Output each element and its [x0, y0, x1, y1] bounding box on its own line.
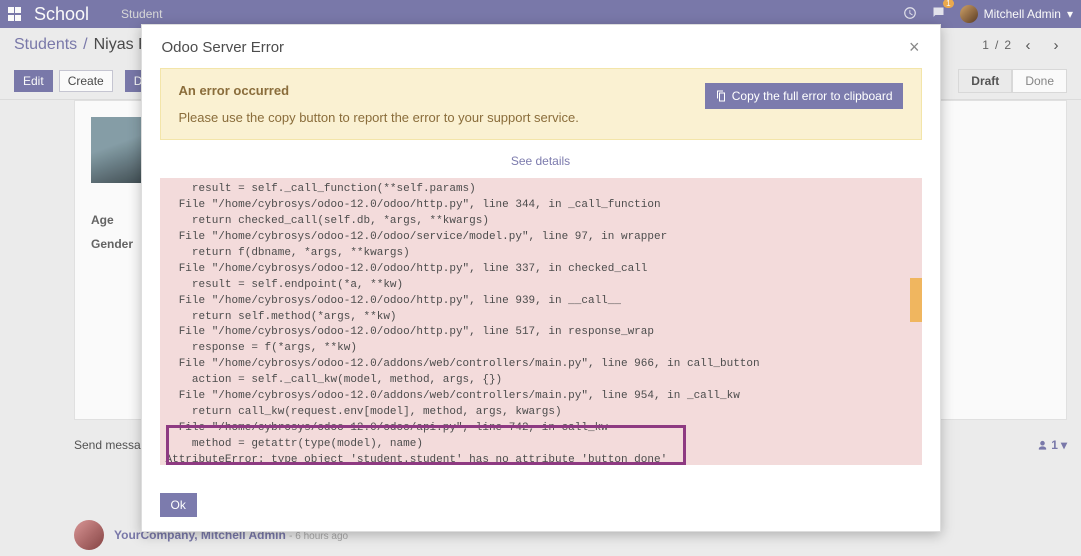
copy-error-button[interactable]: Copy the full error to clipboard	[705, 83, 903, 109]
scrollbar-track[interactable]	[908, 178, 922, 465]
warning-body: Please use the copy button to report the…	[179, 110, 693, 125]
see-details-link[interactable]: See details	[160, 140, 922, 178]
traceback-text[interactable]: result = self._call_function(**self.para…	[160, 178, 922, 465]
warning-heading: An error occurred	[179, 83, 693, 98]
close-icon[interactable]: ×	[909, 37, 920, 58]
error-modal: Odoo Server Error × An error occurred Pl…	[141, 24, 941, 532]
copy-icon	[715, 90, 727, 102]
scrollbar-thumb[interactable]	[910, 278, 922, 322]
modal-overlay: Odoo Server Error × An error occurred Pl…	[0, 0, 1081, 556]
traceback-panel: result = self._call_function(**self.para…	[160, 178, 922, 465]
warning-panel: An error occurred Please use the copy bu…	[160, 68, 922, 140]
modal-title: Odoo Server Error	[162, 39, 285, 56]
ok-button[interactable]: Ok	[160, 493, 197, 517]
